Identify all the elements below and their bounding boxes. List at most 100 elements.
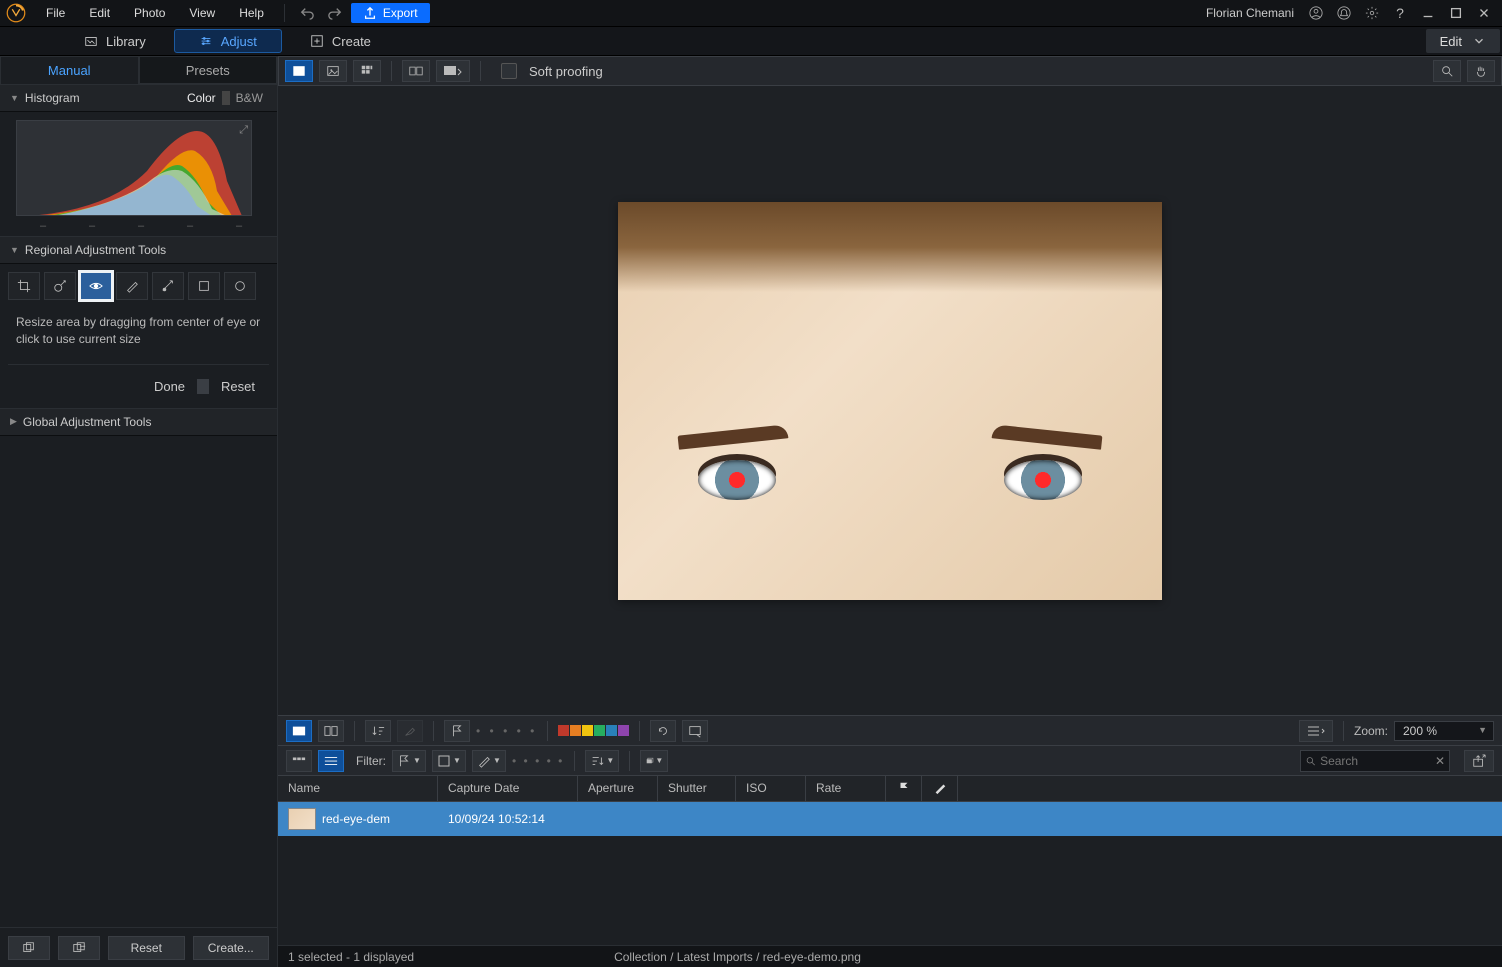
- rating-dots[interactable]: • • • • •: [476, 724, 537, 738]
- view-grid-icon[interactable]: [353, 60, 381, 82]
- th-rate[interactable]: Rate: [806, 776, 886, 801]
- filmview-strip-icon[interactable]: [286, 720, 312, 742]
- view-photo-icon[interactable]: [319, 60, 347, 82]
- row-thumbnail: [288, 808, 316, 830]
- stack-icon[interactable]: ▼: [640, 750, 668, 772]
- tool-brush[interactable]: [116, 272, 148, 300]
- th-shutter[interactable]: Shutter: [658, 776, 736, 801]
- th-tag[interactable]: [922, 776, 958, 801]
- menu-file[interactable]: File: [36, 2, 75, 24]
- paste-settings-button[interactable]: [58, 936, 100, 960]
- sort-icon[interactable]: [365, 720, 391, 742]
- th-name[interactable]: Name: [278, 776, 438, 801]
- module-create[interactable]: Create: [286, 27, 395, 55]
- th-iso[interactable]: ISO: [736, 776, 806, 801]
- notifications-icon[interactable]: [1332, 2, 1356, 24]
- rotate-icon[interactable]: [650, 720, 676, 742]
- create-preset-button[interactable]: Create...: [193, 936, 270, 960]
- reset-all-button[interactable]: Reset: [108, 936, 185, 960]
- color-swatch[interactable]: [582, 725, 593, 736]
- color-label-swatches[interactable]: [558, 725, 629, 736]
- left-tabs: Manual Presets: [0, 56, 277, 84]
- menu-photo[interactable]: Photo: [124, 2, 175, 24]
- view-secondary-icon[interactable]: [436, 60, 470, 82]
- settings-icon[interactable]: [1360, 2, 1384, 24]
- histogram-mode-bw[interactable]: B&W: [232, 91, 267, 105]
- histogram-mode-color[interactable]: Color: [183, 91, 220, 105]
- sort-column-icon[interactable]: ▼: [585, 750, 619, 772]
- library-icon: [84, 34, 98, 48]
- edit-dropdown[interactable]: Edit: [1426, 29, 1500, 53]
- tool-crop[interactable]: [8, 272, 40, 300]
- regional-reset-button[interactable]: Reset: [215, 379, 261, 394]
- photo-preview: [618, 202, 1162, 600]
- tool-redeye[interactable]: [80, 272, 112, 300]
- pin-icon[interactable]: [397, 720, 423, 742]
- menu-view[interactable]: View: [179, 2, 225, 24]
- filmstrip-toolbar-2: Filter: ▼ ▼ ▼ • • • • • ▼ ▼ ✕: [278, 745, 1502, 775]
- divider: [284, 4, 285, 22]
- filter-label-icon[interactable]: ▼: [432, 750, 466, 772]
- table-row[interactable]: red-eye-dem 10/09/24 10:52:14: [278, 802, 1502, 836]
- section-histogram-header[interactable]: ▼ Histogram Color B&W: [0, 84, 277, 112]
- menu-edit[interactable]: Edit: [79, 2, 120, 24]
- zoom-tool-icon[interactable]: [1433, 60, 1461, 82]
- th-date[interactable]: Capture Date: [438, 776, 578, 801]
- account-icon[interactable]: [1304, 2, 1328, 24]
- filter-rating-dots[interactable]: • • • • •: [512, 754, 564, 768]
- list-options-icon[interactable]: [1299, 720, 1333, 742]
- window-close[interactable]: [1472, 2, 1496, 24]
- tool-gradient[interactable]: [152, 272, 184, 300]
- th-aperture[interactable]: Aperture: [578, 776, 658, 801]
- module-library[interactable]: Library: [60, 27, 170, 55]
- tool-mask[interactable]: [188, 272, 220, 300]
- tab-manual[interactable]: Manual: [0, 56, 139, 84]
- tool-spot[interactable]: [44, 272, 76, 300]
- redo-button[interactable]: [323, 2, 347, 24]
- pan-tool-icon[interactable]: [1467, 60, 1495, 82]
- image-canvas[interactable]: [278, 86, 1502, 715]
- copy-settings-button[interactable]: [8, 936, 50, 960]
- view-compare-icon[interactable]: [402, 60, 430, 82]
- window-maximize[interactable]: [1444, 2, 1468, 24]
- flip-icon[interactable]: [682, 720, 708, 742]
- section-global-header[interactable]: ▶ Global Adjustment Tools: [0, 408, 277, 436]
- color-swatch[interactable]: [618, 725, 629, 736]
- tool-radial[interactable]: [224, 272, 256, 300]
- regional-done-button[interactable]: Done: [148, 379, 191, 394]
- brush-icon: [933, 781, 947, 795]
- chevron-down-icon: ▼: [10, 93, 19, 103]
- filter-label: Filter:: [356, 754, 386, 768]
- flag-icon[interactable]: [444, 720, 470, 742]
- chevron-right-icon: ▶: [10, 416, 17, 427]
- listview-thumb-icon[interactable]: [286, 750, 312, 772]
- color-swatch[interactable]: [558, 725, 569, 736]
- th-flag[interactable]: [886, 776, 922, 801]
- search-input[interactable]: [1320, 754, 1431, 768]
- tab-presets[interactable]: Presets: [139, 56, 278, 84]
- help-icon[interactable]: ?: [1388, 2, 1412, 24]
- search-box[interactable]: ✕: [1300, 750, 1450, 772]
- expand-histogram-icon[interactable]: ⤢: [239, 124, 248, 137]
- section-regional-header[interactable]: ▼ Regional Adjustment Tools: [0, 236, 277, 264]
- listview-detail-icon[interactable]: [318, 750, 344, 772]
- filmview-split-icon[interactable]: [318, 720, 344, 742]
- flag-icon: [897, 781, 911, 795]
- softproof-checkbox[interactable]: [501, 63, 517, 79]
- chevron-down-icon: ▼: [10, 245, 19, 255]
- menu-help[interactable]: Help: [229, 2, 274, 24]
- module-adjust[interactable]: Adjust: [174, 29, 282, 53]
- zoom-select[interactable]: 200 %: [1394, 721, 1494, 741]
- filter-flag-icon[interactable]: ▼: [392, 750, 426, 772]
- module-library-label: Library: [106, 34, 146, 49]
- color-swatch[interactable]: [594, 725, 605, 736]
- undo-button[interactable]: [295, 2, 319, 24]
- view-single-icon[interactable]: [285, 60, 313, 82]
- color-swatch[interactable]: [570, 725, 581, 736]
- filter-edited-icon[interactable]: ▼: [472, 750, 506, 772]
- window-minimize[interactable]: [1416, 2, 1440, 24]
- color-swatch[interactable]: [606, 725, 617, 736]
- clear-search-icon[interactable]: ✕: [1435, 754, 1445, 768]
- export-button[interactable]: Export: [351, 3, 430, 23]
- share-button[interactable]: [1464, 750, 1494, 772]
